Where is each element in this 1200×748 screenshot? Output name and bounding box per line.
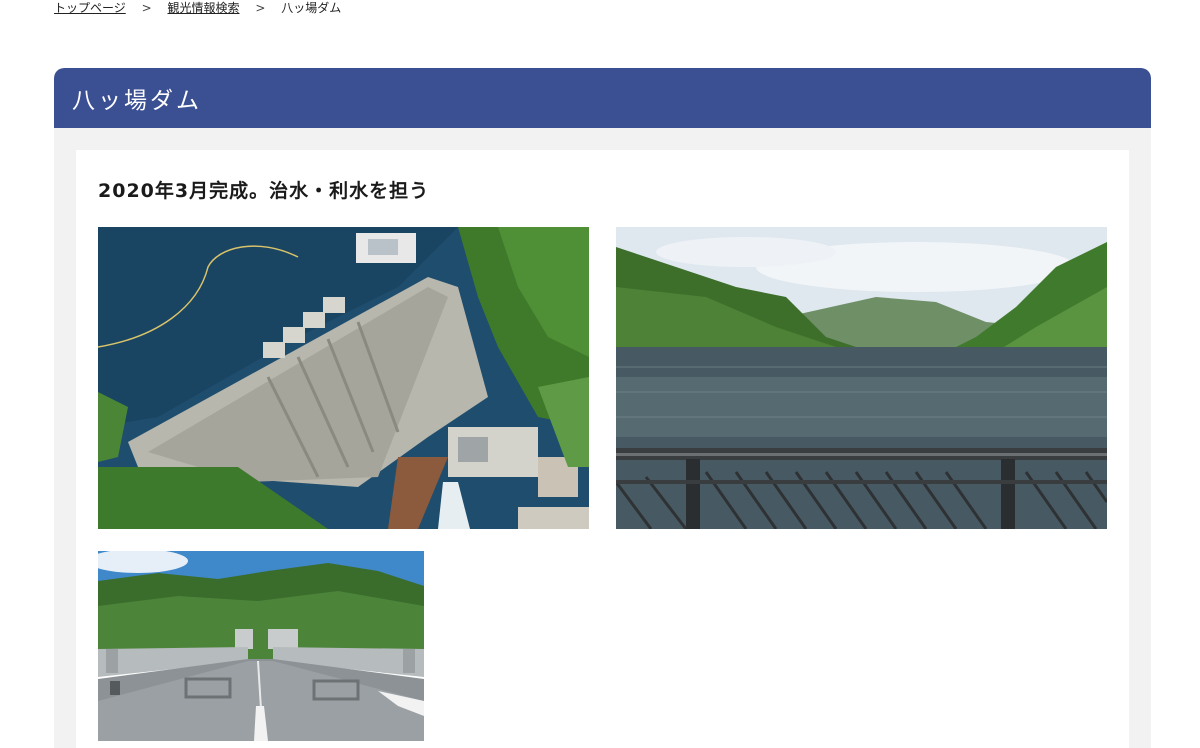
breadcrumb-separator: > <box>255 1 266 15</box>
section-heading: 2020年3月完成。治水・利水を担う <box>98 180 430 202</box>
dam-crest-image <box>98 551 424 741</box>
spot-panel: 八ッ場ダム 2020年3月完成。治水・利水を担う <box>54 68 1151 748</box>
breadcrumb-separator: > <box>141 1 152 15</box>
photo-reservoir[interactable] <box>616 227 1107 529</box>
breadcrumb-current: 八ッ場ダム <box>281 1 342 15</box>
reservoir-image <box>616 227 1107 529</box>
breadcrumb-link-top[interactable]: トップページ <box>54 1 126 15</box>
content-card: 2020年3月完成。治水・利水を担う <box>76 150 1129 748</box>
page-title: 八ッ場ダム <box>72 88 202 114</box>
breadcrumb: トップページ > 観光情報検索 > 八ッ場ダム <box>54 0 341 16</box>
photo-dam-crest[interactable] <box>98 551 424 741</box>
panel-header: 八ッ場ダム <box>54 68 1151 128</box>
breadcrumb-link-search[interactable]: 観光情報検索 <box>167 1 239 15</box>
dam-aerial-image <box>98 227 589 529</box>
photo-dam-aerial[interactable] <box>98 227 589 529</box>
